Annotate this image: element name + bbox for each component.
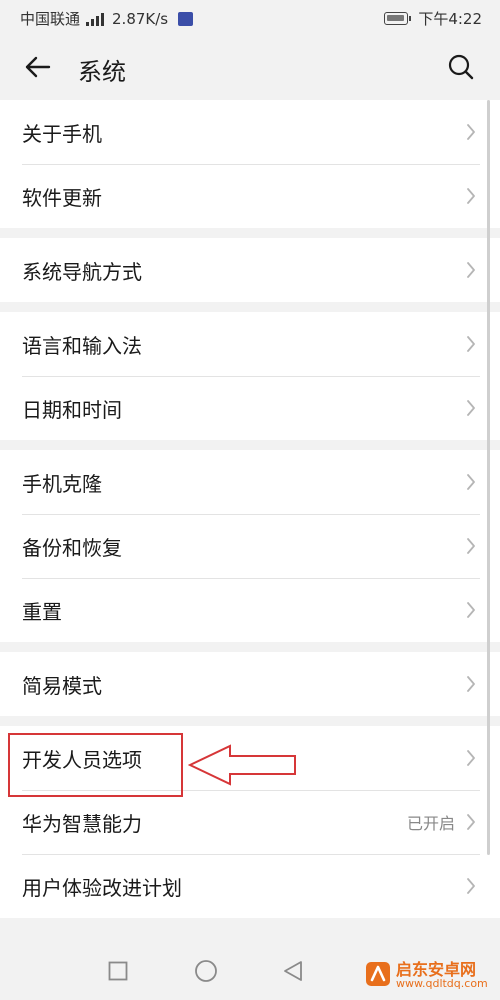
settings-row[interactable]: 手机克隆 [0,450,500,514]
chevron-right-icon [467,188,475,204]
settings-row-label: 简易模式 [22,673,102,698]
chevron-right-icon [467,538,475,554]
settings-row-label: 开发人员选项 [22,747,142,772]
settings-row[interactable]: 系统导航方式 [0,238,500,302]
settings-group: 开发人员选项 华为智慧能力 已开启用户体验改进计划 [0,726,500,918]
settings-row[interactable]: 重置 [0,578,500,642]
settings-row-value: 已开启 [406,814,455,833]
settings-row[interactable]: 语言和输入法 [0,312,500,376]
settings-row-label: 关于手机 [22,121,102,146]
page-title: 系统 [78,58,126,86]
settings-row[interactable]: 简易模式 [0,652,500,716]
settings-group: 简易模式 [0,652,500,716]
back-icon [284,961,302,981]
settings-row[interactable]: 关于手机 [0,100,500,164]
nav-back-button[interactable] [280,958,306,984]
header: 系统 [0,34,500,100]
settings-group: 系统导航方式 [0,238,500,302]
back-button[interactable] [16,46,58,88]
settings-row[interactable]: 日期和时间 [0,376,500,440]
settings-row[interactable]: 用户体验改进计划 [0,854,500,918]
settings-row-label: 用户体验改进计划 [22,875,182,900]
chevron-right-icon [467,474,475,490]
status-right: 下午4:22 [384,8,482,29]
settings-row-label: 日期和时间 [22,397,122,422]
settings-row-label: 重置 [22,599,62,624]
carrier-name: 中国联通 [20,10,81,28]
settings-row[interactable]: 华为智慧能力 已开启 [0,790,500,854]
navigation-bar [0,940,500,1000]
scrollbar[interactable] [487,100,490,855]
settings-row[interactable]: 开发人员选项 [0,726,500,790]
status-left: 中国联通 2.87K/s [20,8,194,29]
settings-list: 关于手机 软件更新 系统导航方式 语言和输入法 日期和时间 手机克隆 备份和恢复 重置 简易模式… [0,100,500,928]
chevron-right-icon [467,336,475,352]
battery-icon [384,12,412,25]
chevron-right-icon [467,262,475,278]
settings-row-label: 手机克隆 [22,471,102,496]
recent-apps-icon [108,961,128,981]
recent-apps-button[interactable] [105,958,131,984]
search-icon [448,54,474,80]
chevron-right-icon [467,814,475,830]
chevron-right-icon [467,124,475,140]
home-button[interactable] [193,958,219,984]
settings-row-label: 语言和输入法 [22,333,142,358]
settings-group: 手机克隆备份和恢复重置 [0,450,500,642]
chevron-right-icon [467,750,475,766]
search-button[interactable] [440,46,482,88]
signal-icon [86,12,105,26]
status-bar: 中国联通 2.87K/s 下午4:22 [0,0,500,34]
chevron-right-icon [467,602,475,618]
settings-row[interactable]: 软件更新 [0,164,500,228]
chevron-right-icon [467,878,475,894]
app-badge-icon [178,11,194,26]
settings-row-label: 软件更新 [22,185,102,210]
settings-row-label: 华为智慧能力 [22,811,142,836]
home-icon [195,960,217,982]
back-arrow-icon [25,56,51,78]
settings-group: 关于手机 软件更新 [0,100,500,228]
settings-group: 语言和输入法 日期和时间 [0,312,500,440]
clock: 下午4:22 [418,10,482,28]
settings-row-label: 系统导航方式 [22,259,142,284]
network-speed: 2.87K/s [112,9,169,28]
settings-row-label: 备份和恢复 [22,535,122,560]
settings-row[interactable]: 备份和恢复 [0,514,500,578]
chevron-right-icon [467,400,475,416]
chevron-right-icon [467,676,475,692]
